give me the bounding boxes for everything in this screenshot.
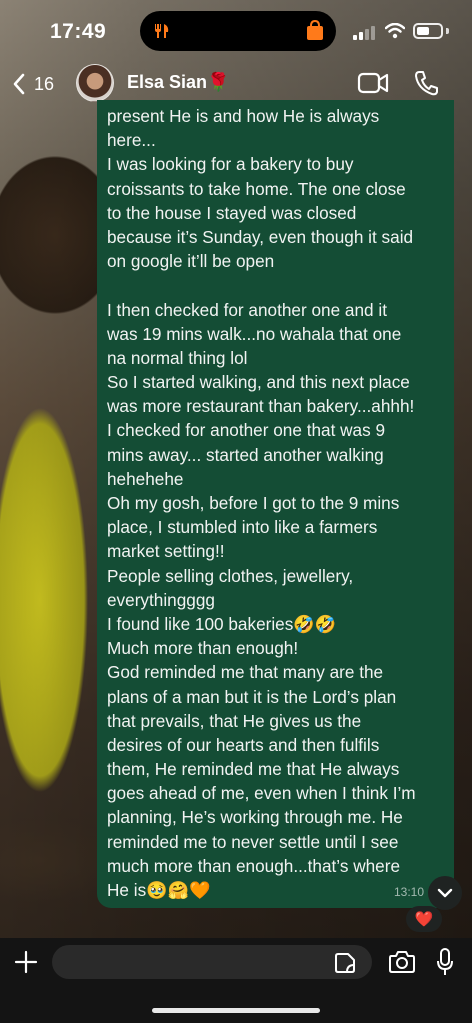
message-text: present He is and how He is always here..…: [107, 104, 442, 902]
shopping-bag-icon: [307, 19, 323, 40]
video-call-icon[interactable]: [357, 72, 389, 94]
message-line: that prevails, that He gives us the: [107, 710, 362, 731]
status-time: 17:49: [50, 20, 107, 43]
message-line: People selling clothes, jewellery,: [107, 565, 354, 586]
message-line: to the house I stayed was closed: [107, 202, 357, 223]
message-line: God reminded me that many are the: [107, 662, 384, 683]
message-line: plans of a man but it is the Lord’s plan: [107, 686, 397, 707]
message-line: much more than enough...that’s where: [107, 855, 401, 876]
message-line: I checked for another one that was 9: [107, 420, 386, 441]
message-input[interactable]: [52, 945, 372, 979]
message-line: everythingggg: [107, 589, 215, 610]
message-line: on google it’ll be open: [107, 251, 275, 272]
wifi-icon: [385, 23, 405, 39]
message-line: was more restaurant than bakery...ahhh!: [107, 396, 415, 417]
message-line: I then checked for another one and it: [107, 299, 387, 320]
message-line: because it’s Sunday, even though it said: [107, 226, 414, 247]
message-line: planning, He’s working through me. He: [107, 807, 403, 828]
message-line: He is🥹🤗🧡: [107, 880, 211, 900]
message-line: place, I stumbled into like a farmers: [107, 517, 378, 538]
chevron-left-icon: [13, 73, 25, 95]
battery-nub: [446, 28, 449, 34]
message-line: Oh my gosh, before I got to the 9 mins: [107, 493, 400, 513]
status-bar: 17:49: [0, 0, 472, 62]
message-line: I was looking for a bakery to buy: [107, 154, 354, 175]
contact-avatar[interactable]: [76, 64, 114, 102]
message-composer: [0, 938, 472, 1023]
home-indicator: [152, 1008, 320, 1013]
microphone-icon[interactable]: [436, 948, 454, 976]
message-line: reminded me to never settle until I see: [107, 831, 399, 852]
message-line: market setting!!: [107, 541, 225, 562]
message-line: mins away... started another walking: [107, 444, 384, 465]
message-line: goes ahead of me, even when I think I’m: [107, 783, 416, 804]
message-line: them, He reminded me that He always: [107, 759, 400, 780]
message-line: desires of our hearts and then fulfils: [107, 734, 380, 755]
message-line: So I started walking, and this next plac…: [107, 372, 410, 393]
message-line: hehehehe: [107, 468, 184, 489]
message-line: croissants to take home. The one close: [107, 178, 406, 199]
chevron-down-icon: [437, 888, 453, 898]
message-line: present He is and how He is always: [107, 106, 380, 126]
sticker-icon[interactable]: [334, 952, 356, 974]
battery-icon: [413, 23, 443, 39]
camera-icon[interactable]: [388, 950, 416, 974]
message-timestamp: 13:10: [393, 884, 424, 899]
dynamic-island: [140, 11, 336, 51]
scroll-to-bottom-button[interactable]: [428, 876, 462, 910]
message-line: was 19 mins walk...no wahala that one: [107, 323, 402, 344]
message-bubble[interactable]: present He is and how He is always here..…: [97, 100, 454, 908]
heart-reaction[interactable]: ❤️: [406, 906, 442, 932]
cellular-signal-icon: [353, 26, 375, 40]
unread-count: 16: [34, 73, 55, 94]
battery-level: [417, 27, 429, 35]
food-delivery-icon: [155, 24, 169, 38]
message-line: Much more than enough!: [107, 638, 299, 659]
message-line: here...: [107, 130, 156, 151]
message-line: [107, 273, 442, 297]
message-line: na normal thing lol: [107, 347, 248, 368]
phone-call-icon[interactable]: [414, 70, 438, 96]
plus-icon[interactable]: [14, 950, 38, 974]
contact-name[interactable]: Elsa Sian🌹: [127, 72, 229, 93]
back-button[interactable]: 16: [12, 70, 68, 98]
message-line: I found like 100 bakeries🤣🤣: [107, 613, 337, 634]
